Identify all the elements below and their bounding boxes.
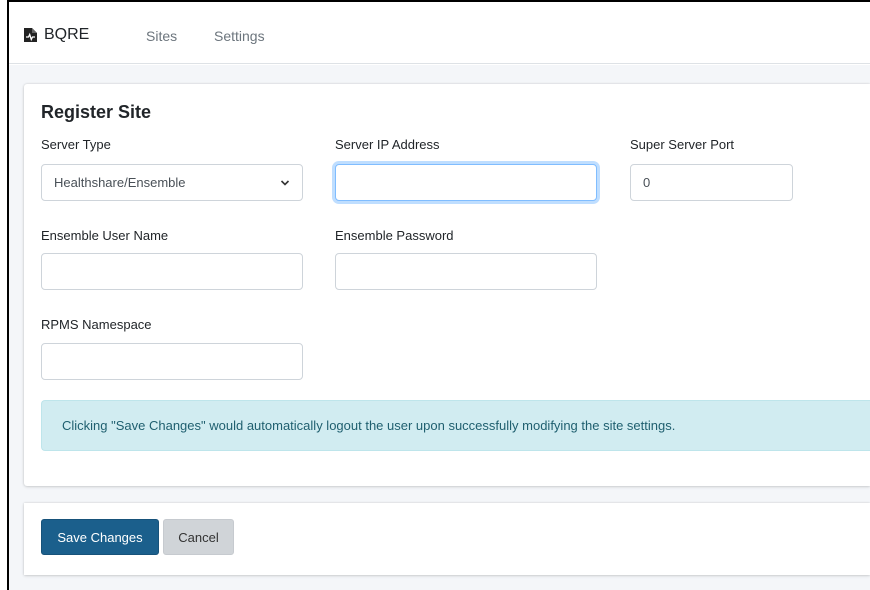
rpms-namespace-input[interactable] — [41, 343, 303, 380]
ensemble-password-input[interactable] — [335, 253, 597, 290]
chevron-down-icon — [280, 180, 290, 186]
server-ip-label: Server IP Address — [335, 137, 440, 152]
register-site-card: Register Site Server Type Healthshare/En… — [24, 84, 870, 486]
server-type-select[interactable]: Healthshare/Ensemble — [41, 164, 303, 201]
info-alert: Clicking "Save Changes" would automatica… — [41, 400, 870, 451]
server-type-value: Healthshare/Ensemble — [54, 175, 186, 190]
ensemble-user-label: Ensemble User Name — [41, 228, 169, 243]
super-server-port-input[interactable]: 0 — [630, 164, 793, 201]
server-ip-input[interactable] — [335, 164, 597, 201]
nav-settings[interactable]: Settings — [214, 28, 265, 44]
ensemble-password-label: Ensemble Password — [335, 228, 454, 243]
cancel-button[interactable]: Cancel — [163, 519, 234, 555]
file-medical-icon — [24, 28, 37, 42]
brand[interactable]: BQRE — [23, 26, 89, 44]
server-type-label: Server Type — [41, 137, 111, 152]
top-navbar: BQRE Sites Settings — [9, 2, 870, 64]
rpms-namespace-label: RPMS Namespace — [41, 317, 152, 332]
actions-card: Save Changes Cancel — [24, 503, 870, 575]
save-changes-button[interactable]: Save Changes — [41, 519, 159, 555]
nav-sites[interactable]: Sites — [146, 28, 177, 44]
ensemble-user-input[interactable] — [41, 253, 303, 290]
super-server-port-label: Super Server Port — [630, 137, 735, 152]
page-title: Register Site — [41, 102, 152, 122]
brand-name: BQRE — [44, 26, 90, 43]
